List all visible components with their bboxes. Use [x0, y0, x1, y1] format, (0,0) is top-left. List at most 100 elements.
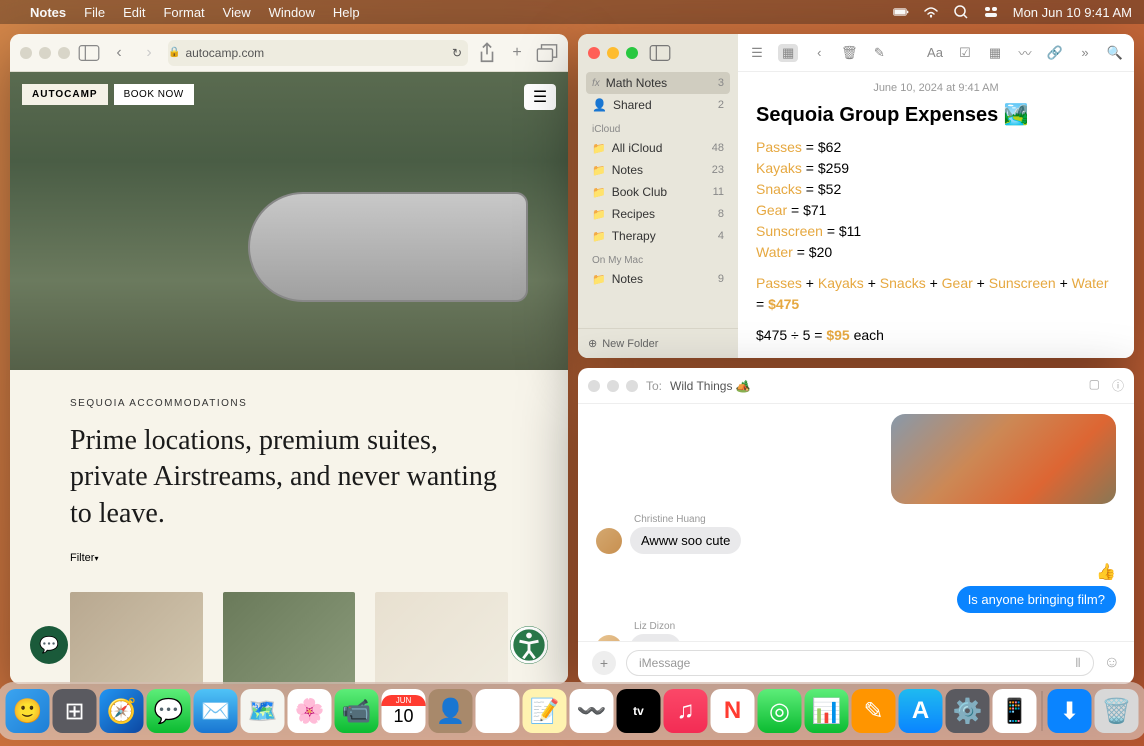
message-list[interactable]: Christine Huang Awww soo cute 👍 Is anyon…	[578, 404, 1134, 641]
facetime-icon[interactable]: 📹	[335, 689, 379, 733]
compose-icon[interactable]: ✎	[870, 44, 888, 62]
checklist-icon[interactable]: ☑	[956, 44, 974, 62]
onmymac-section-header[interactable]: On My Mac	[586, 247, 730, 268]
launchpad-icon[interactable]: ⊞	[53, 689, 97, 733]
sidebar-item-book-club[interactable]: 📁Book Club11	[586, 181, 730, 203]
sidebar-item-all-icloud[interactable]: 📁All iCloud48	[586, 137, 730, 159]
note-content[interactable]: June 10, 2024 at 9:41 AM Sequoia Group E…	[738, 72, 1134, 358]
media-icon[interactable]: 〰	[1016, 44, 1034, 62]
new-folder-button[interactable]: ⊕New Folder	[578, 328, 738, 358]
numbers-icon[interactable]: 📊	[805, 689, 849, 733]
clock[interactable]: Mon Jun 10 9:41 AM	[1013, 5, 1132, 20]
iphone-mirroring-icon[interactable]: 📱	[993, 689, 1037, 733]
site-logo[interactable]: AUTOCAMP	[22, 84, 108, 105]
share-icon[interactable]	[476, 42, 498, 64]
accessibility-fab-icon[interactable]	[510, 626, 548, 664]
tabs-icon[interactable]	[536, 42, 558, 64]
window-menu[interactable]: Window	[269, 5, 315, 20]
close-button[interactable]	[588, 380, 600, 392]
pages-icon[interactable]: ✎	[852, 689, 896, 733]
icloud-section-header[interactable]: iCloud	[586, 116, 730, 137]
sidebar-item-shared[interactable]: 👤Shared2	[586, 94, 730, 116]
hamburger-menu-icon[interactable]: ☰	[524, 84, 556, 110]
text-style-icon[interactable]: Aa	[926, 44, 944, 62]
control-center-icon[interactable]	[983, 4, 999, 20]
view-menu[interactable]: View	[223, 5, 251, 20]
zoom-button[interactable]	[626, 47, 638, 59]
close-button[interactable]	[588, 47, 600, 59]
music-icon[interactable]: ♫	[664, 689, 708, 733]
avatar[interactable]	[596, 528, 622, 554]
spotlight-icon[interactable]	[953, 4, 969, 20]
file-menu[interactable]: File	[84, 5, 105, 20]
sidebar-item-local-notes[interactable]: 📁Notes9	[586, 268, 730, 290]
battery-icon[interactable]	[893, 4, 909, 20]
tv-icon[interactable]: tv	[617, 689, 661, 733]
app-menu[interactable]: Notes	[30, 5, 66, 20]
tapback-reaction[interactable]: 👍	[1096, 562, 1116, 582]
conversation-name[interactable]: Wild Things 🏕️	[670, 379, 751, 393]
sidebar-item-math-notes[interactable]: fxMath Notes3	[586, 72, 730, 94]
reminders-icon[interactable]: ☰	[476, 689, 520, 733]
mail-icon[interactable]: ✉️	[194, 689, 238, 733]
accommodation-thumb[interactable]	[70, 592, 203, 684]
minimize-button[interactable]	[607, 47, 619, 59]
more-icon[interactable]: »	[1076, 44, 1094, 62]
link-icon[interactable]: 🔗	[1046, 44, 1064, 62]
format-menu[interactable]: Format	[163, 5, 204, 20]
book-now-button[interactable]: BOOK NOW	[114, 84, 194, 105]
new-tab-icon[interactable]: +	[506, 42, 528, 64]
close-button[interactable]	[20, 47, 32, 59]
emoji-picker-icon[interactable]: ☺	[1104, 654, 1120, 672]
incoming-message[interactable]: I am!	[630, 634, 681, 641]
maps-icon[interactable]: 🗺️	[241, 689, 285, 733]
notes-icon[interactable]: 📝	[523, 689, 567, 733]
zoom-button[interactable]	[58, 47, 70, 59]
sidebar-toggle-icon[interactable]	[649, 42, 671, 64]
apps-plus-icon[interactable]: +	[592, 651, 616, 675]
photos-icon[interactable]: 🌸	[288, 689, 332, 733]
voice-memo-icon[interactable]: ⦀	[1075, 656, 1080, 671]
sidebar-item-notes[interactable]: 📁Notes23	[586, 159, 730, 181]
downloads-icon[interactable]: ⬇	[1048, 689, 1092, 733]
forward-button[interactable]: ›	[138, 42, 160, 64]
messages-icon[interactable]: 💬	[147, 689, 191, 733]
incoming-message[interactable]: Awww soo cute	[630, 527, 741, 554]
contacts-icon[interactable]: 👤	[429, 689, 473, 733]
search-icon[interactable]: 🔍	[1106, 44, 1124, 62]
message-input[interactable]: iMessage ⦀	[626, 650, 1094, 676]
news-icon[interactable]: N	[711, 689, 755, 733]
trash-icon[interactable]: 🗑	[840, 44, 858, 62]
wifi-icon[interactable]	[923, 4, 939, 20]
settings-icon[interactable]: ⚙️	[946, 689, 990, 733]
facetime-icon[interactable]: ▢	[1089, 377, 1100, 394]
freeform-icon[interactable]: 〰️	[570, 689, 614, 733]
info-icon[interactable]: ⓘ	[1112, 377, 1124, 394]
minimize-button[interactable]	[607, 380, 619, 392]
help-menu[interactable]: Help	[333, 5, 360, 20]
findmy-icon[interactable]: ◎	[758, 689, 802, 733]
appstore-icon[interactable]: A	[899, 689, 943, 733]
table-icon[interactable]: ▦	[986, 44, 1004, 62]
address-bar[interactable]: 🔒 autocamp.com ↻	[168, 40, 468, 66]
gallery-view-icon[interactable]: ▦	[778, 44, 798, 62]
accommodation-thumb[interactable]	[375, 592, 508, 684]
back-icon[interactable]: ‹	[810, 44, 828, 62]
calendar-icon[interactable]: JUN10	[382, 689, 426, 733]
message-photo-attachment[interactable]	[891, 414, 1116, 504]
minimize-button[interactable]	[39, 47, 51, 59]
accommodation-thumb[interactable]	[223, 592, 356, 684]
edit-menu[interactable]: Edit	[123, 5, 145, 20]
list-view-icon[interactable]: ☰	[748, 44, 766, 62]
outgoing-message[interactable]: Is anyone bringing film?	[957, 586, 1116, 613]
finder-icon[interactable]: 🙂	[6, 689, 50, 733]
reload-icon[interactable]: ↻	[452, 46, 462, 60]
sidebar-item-recipes[interactable]: 📁Recipes8	[586, 203, 730, 225]
back-button[interactable]: ‹	[108, 42, 130, 64]
zoom-button[interactable]	[626, 380, 638, 392]
chat-fab-icon[interactable]: 💬	[30, 626, 68, 664]
sidebar-item-therapy[interactable]: 📁Therapy4	[586, 225, 730, 247]
trash-icon[interactable]: 🗑️	[1095, 689, 1139, 733]
sidebar-toggle-icon[interactable]	[78, 42, 100, 64]
filter-link[interactable]: Filter▾	[70, 552, 508, 564]
